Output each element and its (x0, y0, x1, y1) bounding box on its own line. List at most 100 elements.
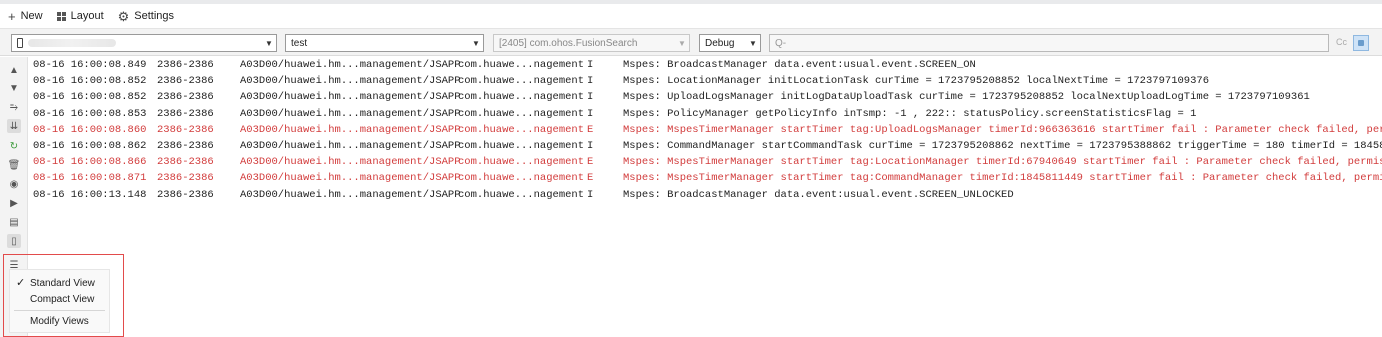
menu-item-compact-view[interactable]: Compact View (10, 291, 109, 307)
settings-button[interactable]: ⚙ Settings (118, 10, 174, 23)
scroll-to-end-icon[interactable]: ⇊ (7, 119, 21, 133)
log-message: Mspes: BroadcastManager data.event:usual… (623, 59, 976, 71)
log-package: com.huawe...nagement (458, 188, 585, 201)
log-domain: A03D00/huawei.hm...management/JSAPP (240, 123, 461, 136)
log-message: Mspes: MspesTimerManager startTimer tag:… (623, 123, 1382, 136)
match-case-toggle[interactable]: Cc (1336, 37, 1347, 47)
log-message: Mspes: UploadLogsManager initLogDataUplo… (623, 91, 1310, 104)
log-package: com.huawe...nagement (458, 107, 585, 120)
process-value: test (291, 37, 308, 49)
layout-button[interactable]: Layout (56, 10, 104, 22)
log-pid: 2386-2386 (157, 172, 214, 185)
log-output: 08-16 16:00:08.849 2386-2386 A03D00/huawei… (29, 57, 1382, 207)
layout-label: Layout (70, 10, 104, 22)
log-domain: A03D00/huawei.hm...management/JSAPP (240, 107, 461, 120)
plus-icon: + (8, 8, 16, 24)
log-search-input[interactable]: Q- (769, 34, 1329, 52)
chevron-down-icon: ▼ (472, 38, 480, 48)
log-pid: 2386-2386 (157, 107, 214, 120)
chevron-down-icon: ▼ (265, 38, 273, 48)
trash-icon[interactable]: 🗑 (7, 158, 21, 172)
log-time: 08-16 16:00:08.860 (33, 123, 147, 136)
log-time: 08-16 16:00:08.866 (33, 156, 147, 169)
log-time: 08-16 16:00:08.852 (33, 75, 147, 88)
log-message: Mspes: PolicyManager getPolicyInfo inTsm… (623, 107, 1197, 120)
log-level-value: Debug (705, 37, 735, 49)
gear-icon: ⚙ (117, 8, 130, 24)
log-pid: 2386-2386 (157, 123, 214, 136)
log-level: I (587, 59, 594, 71)
log-level: I (587, 75, 594, 88)
log-time: 08-16 16:00:13.148 (33, 188, 147, 201)
log-time: 08-16 16:00:08.871 (33, 172, 147, 185)
log-time: 08-16 16:00:08.852 (33, 91, 147, 104)
restart-icon[interactable]: ↻ (7, 139, 21, 153)
soft-wrap-icon[interactable]: ⥱ (7, 100, 21, 114)
filter-bar: ▼ test ▼ [2405] com.ohos.FusionSearch ▼ … (0, 28, 1382, 56)
new-button[interactable]: + New (8, 10, 43, 23)
app-value: [2405] com.ohos.FusionSearch (499, 37, 638, 49)
menu-item-standard-view[interactable]: ✓ Standard View (10, 275, 109, 291)
log-package: com.huawe...nagement (458, 91, 585, 104)
process-select[interactable]: test ▼ (285, 34, 484, 52)
log-level: I (587, 140, 594, 152)
log-time: 08-16 16:00:08.849 (33, 59, 147, 71)
log-domain: A03D00/huawei.hm...management/JSAPP (240, 75, 461, 88)
log-level: I (587, 107, 594, 120)
device-name-blurred (28, 39, 116, 47)
save-icon[interactable]: ▤ (7, 215, 21, 229)
log-level: E (587, 172, 594, 185)
log-message: Mspes: MspesTimerManager startTimer tag:… (623, 156, 1382, 169)
log-pid: 2386-2386 (157, 188, 214, 201)
log-pid: 2386-2386 (157, 140, 214, 152)
log-level-select[interactable]: Debug ▼ (699, 34, 761, 52)
log-pid: 2386-2386 (157, 156, 214, 169)
scroll-down-icon[interactable]: ▼ (7, 81, 21, 95)
regex-toggle-icon[interactable] (1353, 35, 1369, 51)
camera-icon[interactable]: ◉ (7, 177, 21, 191)
log-time: 08-16 16:00:08.862 (33, 140, 147, 152)
log-package: com.huawe...nagement (458, 156, 585, 169)
video-record-icon[interactable]: ▶ (7, 196, 21, 210)
search-icon: Q- (775, 37, 787, 49)
log-message: Mspes: MspesTimerManager startTimer tag:… (623, 172, 1382, 185)
log-domain: A03D00/huawei.hm...management/JSAPP (240, 59, 461, 71)
menu-item-modify-views[interactable]: Modify Views (10, 313, 109, 329)
new-label: New (20, 10, 43, 22)
log-message: Mspes: BroadcastManager data.event:usual… (623, 188, 1014, 201)
phone-icon (17, 38, 23, 48)
log-domain: A03D00/huawei.hm...management/JSAPP (240, 91, 461, 104)
log-level: E (587, 156, 594, 169)
chevron-down-icon: ▼ (678, 38, 686, 48)
log-pid: 2386-2386 (157, 75, 214, 88)
log-domain: A03D00/huawei.hm...management/JSAPP (240, 156, 461, 169)
log-domain: A03D00/huawei.hm...management/JSAPP (240, 188, 461, 201)
device-select[interactable]: ▼ (11, 34, 277, 52)
log-pid: 2386-2386 (157, 91, 214, 104)
log-domain: A03D00/huawei.hm...management/JSAPP (240, 140, 461, 152)
log-package: com.huawe...nagement (458, 59, 585, 71)
scroll-up-icon[interactable]: ▲ (7, 63, 21, 77)
settings-label: Settings (134, 10, 175, 22)
view-menu: ✓ Standard View Compact View Modify View… (9, 269, 110, 333)
log-level: E (587, 123, 594, 136)
grid-icon (56, 11, 66, 21)
device-icon[interactable]: ▯ (7, 234, 21, 248)
log-package: com.huawe...nagement (458, 123, 585, 136)
chevron-down-icon: ▼ (749, 38, 757, 48)
log-pid: 2386-2386 (157, 59, 214, 71)
top-toolbar: + New Layout ⚙ Settings (0, 0, 1382, 28)
log-level: I (587, 91, 594, 104)
log-domain: A03D00/huawei.hm...management/JSAPP (240, 172, 461, 185)
app-select[interactable]: [2405] com.ohos.FusionSearch ▼ (493, 34, 690, 52)
log-message: Mspes: LocationManager initLocationTask … (623, 75, 1209, 88)
log-message: Mspes: CommandManager startCommandTask c… (623, 140, 1382, 152)
log-level: I (587, 188, 594, 201)
menu-item-label: Modify Views (30, 315, 89, 327)
menu-item-label: Standard View (30, 277, 95, 289)
log-package: com.huawe...nagement (458, 140, 585, 152)
checkmark-icon: ✓ (16, 277, 26, 289)
log-time: 08-16 16:00:08.853 (33, 107, 147, 120)
menu-separator (14, 310, 105, 311)
menu-item-label: Compact View (30, 293, 95, 305)
